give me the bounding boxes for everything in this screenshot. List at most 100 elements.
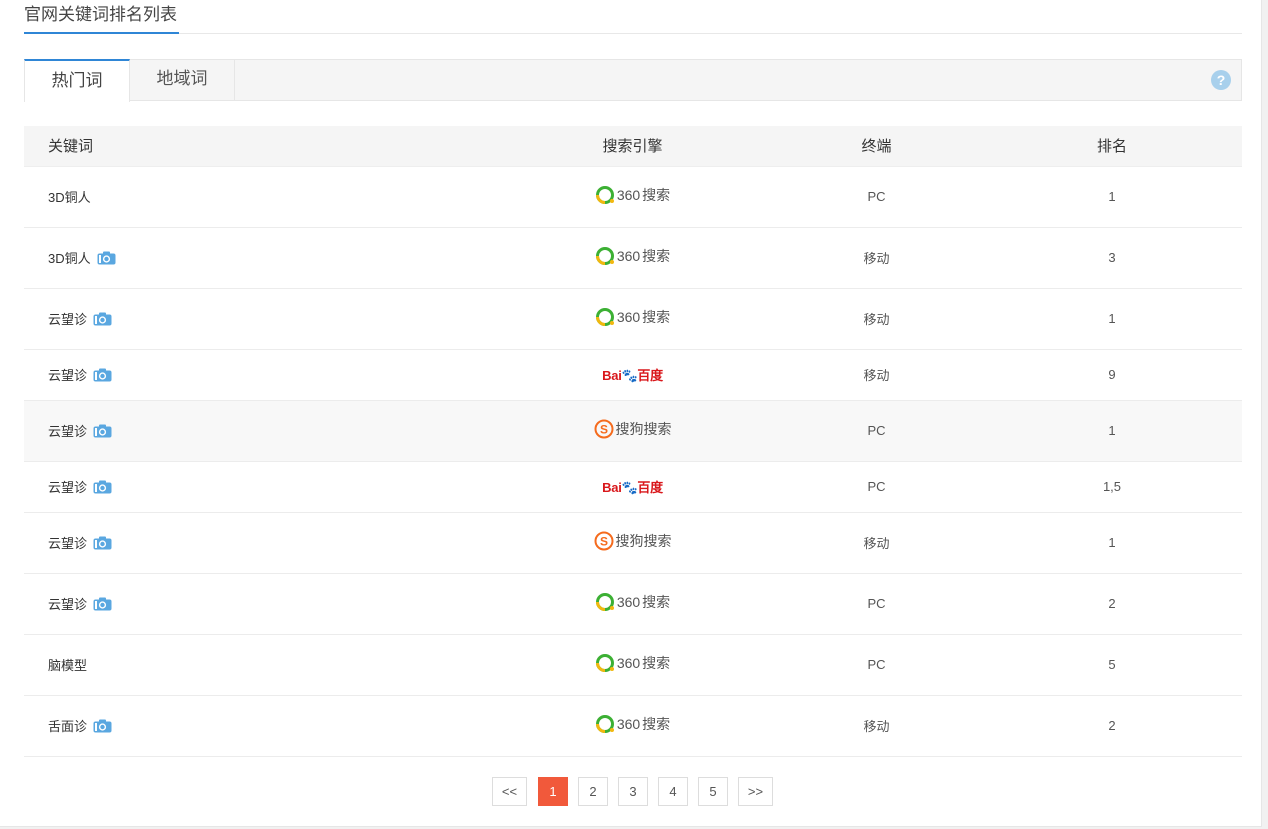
prev-page-button[interactable]: <<: [492, 777, 527, 806]
tab-region-words[interactable]: 地域词: [130, 59, 235, 101]
terminal-cell: 移动: [771, 512, 982, 574]
next-page-button[interactable]: >>: [738, 777, 773, 806]
360-search-icon: [595, 592, 615, 612]
baidu-paw-icon: 🐾: [621, 368, 638, 383]
360-search-icon: [595, 185, 615, 205]
terminal-cell: PC: [771, 573, 982, 635]
help-icon[interactable]: ?: [1211, 70, 1231, 90]
snapshot-camera-icon[interactable]: [93, 597, 112, 611]
keyword-text: 云望诊: [48, 368, 88, 383]
engine-cell: 360 搜索: [494, 634, 771, 696]
terminal-cell: PC: [771, 461, 982, 513]
rank-cell: 5: [982, 634, 1242, 696]
engine-sogou-logo: S 搜狗搜索: [594, 531, 672, 551]
header-terminal: 终端: [771, 126, 982, 167]
table-row: 云望诊 360 搜索 移动 1: [24, 288, 1242, 350]
table-row: 3D铜人 360 搜索 PC 1: [24, 166, 1242, 228]
keyword-cell: 脑模型: [24, 634, 494, 696]
snapshot-camera-icon[interactable]: [93, 536, 112, 550]
engine-label-prefix: 360: [616, 594, 641, 610]
rank-cell: 1: [982, 166, 1242, 228]
engine-label: 搜索: [642, 187, 671, 203]
table-row: 云望诊 360 搜索 PC 2: [24, 573, 1242, 635]
engine-cell: 360 搜索: [494, 166, 771, 228]
tab-hot-words[interactable]: 热门词: [24, 59, 130, 102]
table-row: 云望诊 Bai🐾百度 PC 1,5: [24, 461, 1242, 513]
svg-text:S: S: [599, 535, 607, 549]
table-row: 3D铜人 360 搜索 移动 3: [24, 227, 1242, 289]
snapshot-camera-icon[interactable]: [97, 251, 116, 265]
table-header-row: 关键词 搜索引擎 终端 排名: [24, 126, 1242, 167]
terminal-cell: 移动: [771, 288, 982, 350]
table-row: 脑模型 360 搜索 PC 5: [24, 634, 1242, 696]
engine-360-logo: 360 搜索: [595, 185, 670, 205]
page-button-5[interactable]: 5: [698, 777, 728, 806]
360-search-icon: [595, 307, 615, 327]
engine-label: 搜索: [642, 655, 671, 671]
snapshot-camera-icon[interactable]: [93, 368, 112, 382]
engine-label: 搜索: [642, 716, 671, 732]
engine-sogou-logo: S 搜狗搜索: [594, 419, 672, 439]
360-search-icon: [595, 714, 615, 734]
keyword-text: 3D铜人: [48, 251, 91, 266]
terminal-cell: 移动: [771, 227, 982, 289]
page-button-1[interactable]: 1: [538, 777, 568, 806]
terminal-cell: PC: [771, 400, 982, 462]
keyword-text: 云望诊: [48, 424, 88, 439]
keyword-cell: 云望诊: [24, 512, 494, 574]
engine-cell: 360 搜索: [494, 573, 771, 635]
engine-cell: S 搜狗搜索: [494, 512, 771, 574]
baidu-paw-icon: 🐾: [621, 480, 638, 495]
snapshot-camera-icon[interactable]: [93, 719, 112, 733]
keyword-cell: 云望诊: [24, 349, 494, 401]
engine-cell: S 搜狗搜索: [494, 400, 771, 462]
rank-cell: 1: [982, 400, 1242, 462]
page-button-2[interactable]: 2: [578, 777, 608, 806]
terminal-cell: PC: [771, 634, 982, 696]
tab-bar: 热门词 地域词 ?: [24, 59, 1242, 102]
engine-label: 搜索: [642, 594, 671, 610]
rank-cell: 2: [982, 695, 1242, 757]
engine-label: 搜狗搜索: [615, 533, 672, 549]
engine-cell: Bai🐾百度: [494, 349, 771, 401]
svg-text:S: S: [599, 423, 607, 437]
engine-cell: Bai🐾百度: [494, 461, 771, 513]
engine-cell: 360 搜索: [494, 695, 771, 757]
snapshot-camera-icon[interactable]: [93, 424, 112, 438]
engine-360-logo: 360 搜索: [595, 246, 670, 266]
page-button-4[interactable]: 4: [658, 777, 688, 806]
keyword-cell: 云望诊: [24, 400, 494, 462]
keyword-cell: 云望诊: [24, 573, 494, 635]
engine-cell: 360 搜索: [494, 288, 771, 350]
engine-360-logo: 360 搜索: [595, 653, 670, 673]
keyword-text: 舌面诊: [48, 719, 88, 734]
header-rank: 排名: [982, 126, 1242, 167]
engine-baidu-logo: Bai🐾百度: [602, 365, 663, 384]
page-title: 官网关键词排名列表: [24, 4, 179, 34]
engine-label: 搜索: [642, 248, 671, 264]
sogou-icon: S: [594, 531, 614, 551]
engine-label: 搜狗搜索: [615, 421, 672, 437]
sogou-icon: S: [594, 419, 614, 439]
keyword-text: 云望诊: [48, 480, 88, 495]
page-button-3[interactable]: 3: [618, 777, 648, 806]
keyword-text: 云望诊: [48, 597, 88, 612]
table-row: 云望诊 S 搜狗搜索 PC 1: [24, 400, 1242, 462]
engine-360-logo: 360 搜索: [595, 592, 670, 612]
snapshot-camera-icon[interactable]: [93, 312, 112, 326]
terminal-cell: 移动: [771, 695, 982, 757]
engine-label-prefix: 360: [616, 309, 641, 325]
keyword-rank-table: 关键词 搜索引擎 终端 排名 3D铜人 360 搜索 PC 1 3D铜人 360 搜索 移动 3 云…: [24, 126, 1242, 757]
baidu-logo-text: Bai🐾百度: [602, 480, 663, 495]
keyword-text: 云望诊: [48, 536, 88, 551]
snapshot-camera-icon[interactable]: [93, 480, 112, 494]
engine-360-logo: 360 搜索: [595, 307, 670, 327]
engine-baidu-logo: Bai🐾百度: [602, 477, 663, 496]
360-search-icon: [595, 653, 615, 673]
engine-label-prefix: 360: [616, 248, 641, 264]
rank-cell: 1: [982, 288, 1242, 350]
engine-label-prefix: 360: [616, 187, 641, 203]
rank-cell: 1,5: [982, 461, 1242, 513]
keyword-cell: 3D铜人: [24, 166, 494, 228]
keyword-text: 云望诊: [48, 312, 88, 327]
